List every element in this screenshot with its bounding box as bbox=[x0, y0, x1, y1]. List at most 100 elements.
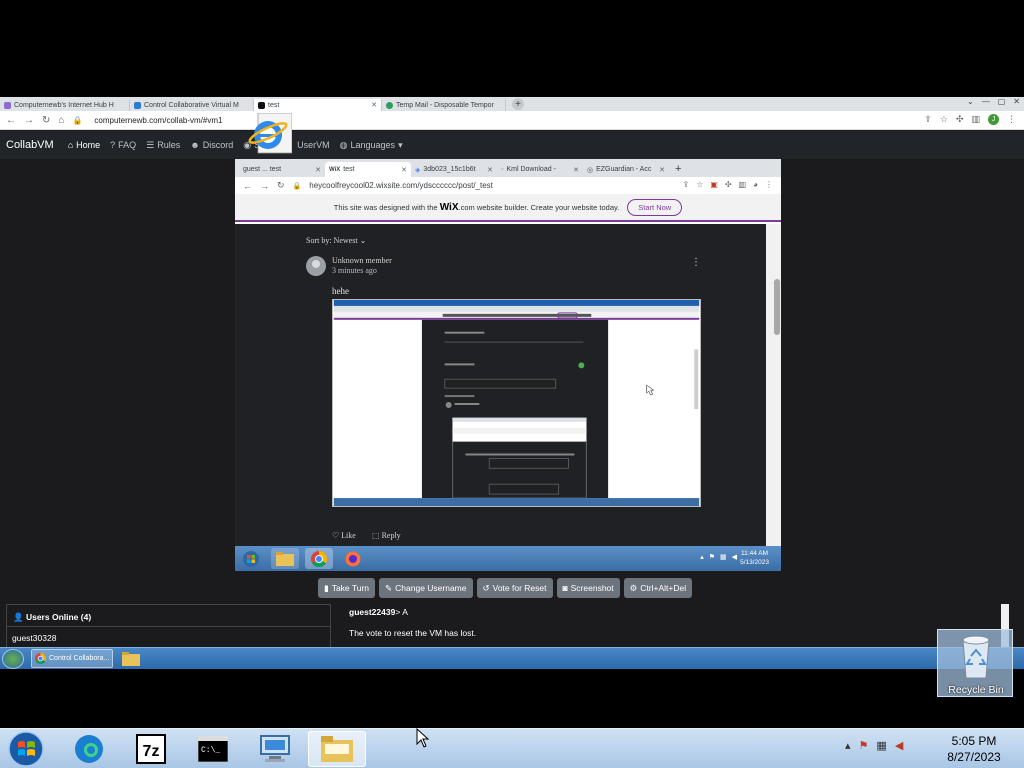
inner-tab[interactable]: ◎ EZGuardian - Acc ✕ bbox=[583, 162, 669, 177]
vm-chrome-task-button[interactable]: Control Collabora... bbox=[31, 649, 113, 668]
collabvm-brand[interactable]: CollabVM bbox=[6, 139, 54, 151]
chevron-down-icon[interactable]: ⌄ bbox=[967, 97, 974, 106]
inner-tab-label: 3db023_15c1b6t bbox=[423, 166, 476, 173]
profile-icon[interactable]: ◕ bbox=[753, 180, 758, 189]
close-icon[interactable]: ✕ bbox=[1013, 97, 1020, 106]
more-options-icon[interactable]: ⋮ bbox=[691, 257, 701, 268]
share-icon[interactable]: ⇪ bbox=[682, 180, 689, 189]
nav-rules[interactable]: ☰ Rules bbox=[146, 140, 180, 151]
reply-button[interactable]: ⬚ Reply bbox=[372, 531, 401, 540]
volume-icon[interactable]: ◀ bbox=[732, 553, 737, 561]
volume-muted-icon[interactable]: ◀ bbox=[895, 739, 903, 752]
nav-discord[interactable]: ☻ Discord bbox=[190, 140, 233, 150]
recycle-bin-desktop-icon[interactable]: Recycle Bin bbox=[937, 629, 1013, 697]
chevron-up-icon[interactable]: ▴ bbox=[700, 553, 704, 561]
internet-explorer-icon[interactable] bbox=[248, 113, 292, 157]
inner-scrollbar[interactable] bbox=[766, 224, 781, 546]
nav-home[interactable]: ⌂ Home bbox=[68, 140, 100, 150]
home-icon[interactable]: ⌂ bbox=[58, 115, 64, 126]
change-username-button[interactable]: ✎ Change Username bbox=[379, 578, 473, 598]
sort-dropdown[interactable]: Sort by: Newest ⌄ bbox=[306, 236, 366, 245]
network-icon[interactable]: ▦ bbox=[720, 553, 727, 561]
inner-tab[interactable]: ◦ Kml Download - ✕ bbox=[497, 162, 583, 177]
firefox-taskbar-button[interactable] bbox=[339, 548, 367, 569]
menu-icon[interactable]: ⋮ bbox=[765, 180, 773, 189]
inner-scrollbar-thumb[interactable] bbox=[774, 279, 780, 335]
close-icon[interactable]: ✕ bbox=[371, 101, 377, 109]
folder-taskbar-button[interactable] bbox=[271, 548, 299, 569]
chevron-up-icon[interactable]: ▴ bbox=[845, 739, 851, 752]
forward-icon[interactable]: → bbox=[260, 181, 269, 191]
reload-icon[interactable]: ↻ bbox=[42, 115, 50, 126]
reload-icon[interactable]: ↻ bbox=[277, 180, 285, 191]
vm-display[interactable]: guest ... test ✕ WiX test ✕ ◈ 3db023_15c1b6t… bbox=[235, 159, 781, 571]
close-icon[interactable]: ✕ bbox=[315, 166, 321, 174]
remote-desktop-taskbar-button[interactable] bbox=[246, 731, 304, 767]
host-clock[interactable]: 5:05 PM 8/27/2023 bbox=[946, 733, 1002, 765]
inner-tab[interactable]: guest ... test ✕ bbox=[239, 162, 325, 177]
ctrl-alt-del-button[interactable]: ⚙ Ctrl+Alt+Del bbox=[623, 578, 693, 598]
nav-faq[interactable]: ? FAQ bbox=[110, 140, 136, 150]
close-icon[interactable]: ✕ bbox=[659, 166, 665, 174]
edge-taskbar-button[interactable] bbox=[60, 731, 118, 767]
chat-panel: guest22439> A The vote to reset the VM h… bbox=[343, 604, 1003, 652]
new-tab-button[interactable]: + bbox=[675, 163, 681, 175]
like-button[interactable]: ♡ Like bbox=[332, 531, 356, 540]
extension-icon[interactable]: ▣ bbox=[710, 180, 718, 189]
profile-avatar[interactable]: J bbox=[988, 114, 999, 125]
take-turn-button[interactable]: ▮ Take Turn bbox=[318, 578, 376, 598]
chrome-taskbar-button[interactable] bbox=[305, 548, 333, 569]
back-icon[interactable]: ← bbox=[6, 115, 16, 126]
new-tab-button[interactable]: + bbox=[512, 98, 524, 110]
menu-icon[interactable]: ⋮ bbox=[1007, 114, 1016, 125]
network-icon[interactable]: ▦ bbox=[876, 739, 886, 752]
vm-explorer-task-button[interactable] bbox=[118, 649, 144, 668]
inner-clock[interactable]: 11:44 AM 5/13/2023 bbox=[740, 549, 769, 567]
close-icon[interactable]: ✕ bbox=[487, 166, 493, 174]
inner-tab-active[interactable]: WiX test ✕ bbox=[325, 162, 411, 177]
close-icon[interactable]: ✕ bbox=[401, 166, 407, 174]
user-list-item[interactable]: guest30328 bbox=[12, 633, 56, 643]
close-icon[interactable]: ✕ bbox=[573, 166, 579, 174]
minimize-icon[interactable]: — bbox=[982, 97, 990, 106]
inner-tab[interactable]: ◈ 3db023_15c1b6t ✕ bbox=[411, 162, 497, 177]
7zip-taskbar-button[interactable]: 7z bbox=[122, 731, 180, 767]
host-windows-taskbar: 7z C:\_ ▴ ⚑ ▦ ◀ 5:05 PM 8/27/2023 bbox=[0, 728, 1024, 768]
windows-start-orb[interactable] bbox=[6, 730, 46, 768]
star-icon[interactable]: ☆ bbox=[696, 180, 703, 189]
share-icon[interactable]: ⇪ bbox=[924, 114, 932, 125]
vote-reset-button[interactable]: ↺ Vote for Reset bbox=[476, 578, 553, 598]
flag-icon[interactable]: ⚑ bbox=[709, 553, 715, 561]
outer-tab[interactable]: Computernewb's Internet Hub H bbox=[0, 99, 130, 111]
outer-tab[interactable]: Temp Mail - Disposable Tempor bbox=[382, 99, 506, 111]
sidepanel-icon[interactable]: ▥ bbox=[971, 114, 980, 125]
post-author[interactable]: Unknown member bbox=[332, 256, 392, 265]
outer-tab-active[interactable]: test ✕ bbox=[254, 99, 382, 111]
maximize-icon[interactable]: ▢ bbox=[998, 97, 1006, 106]
explorer-taskbar-button[interactable] bbox=[308, 731, 366, 767]
outer-tab[interactable]: Control Collaborative Virtual M bbox=[130, 99, 254, 111]
screenshot-button[interactable]: ◙ Screenshot bbox=[556, 578, 620, 598]
extensions-icon[interactable]: ✣ bbox=[725, 180, 732, 189]
forward-icon[interactable]: → bbox=[24, 115, 34, 126]
action-center-error-icon[interactable]: ⚑ bbox=[859, 739, 869, 752]
address-bar[interactable]: computernewb.com/collab-vm/#vm1 bbox=[94, 116, 222, 125]
sidepanel-icon[interactable]: ▥ bbox=[739, 180, 747, 189]
rules-icon: ☰ bbox=[146, 139, 155, 150]
nav-uservm[interactable]: UserVM bbox=[297, 140, 330, 150]
reset-icon: ↺ bbox=[482, 582, 490, 593]
vm-start-button[interactable] bbox=[2, 649, 24, 669]
inner-address-bar[interactable]: heycoolfreycool02.wixsite.com/ydscccccc/… bbox=[309, 181, 493, 190]
cmd-taskbar-button[interactable]: C:\_ bbox=[184, 731, 242, 767]
avatar[interactable] bbox=[306, 256, 326, 276]
inner-tab-strip: guest ... test ✕ WiX test ✕ ◈ 3db023_15c1b6t… bbox=[235, 159, 781, 177]
star-icon[interactable]: ☆ bbox=[940, 114, 948, 125]
windows-start-button[interactable] bbox=[237, 548, 265, 569]
back-icon[interactable]: ← bbox=[243, 181, 252, 191]
start-now-button[interactable]: Start Now bbox=[627, 198, 683, 216]
extensions-icon[interactable]: ✣ bbox=[956, 114, 964, 125]
post-screenshot-image[interactable] bbox=[332, 299, 701, 507]
blog-post-page: Sort by: Newest ⌄ Unknown member 3 minut… bbox=[235, 224, 766, 546]
nav-languages[interactable]: ◍ Languages ▾ bbox=[340, 140, 403, 151]
vm-screen[interactable]: Computernewb's Internet Hub H Control Co… bbox=[0, 97, 1024, 669]
